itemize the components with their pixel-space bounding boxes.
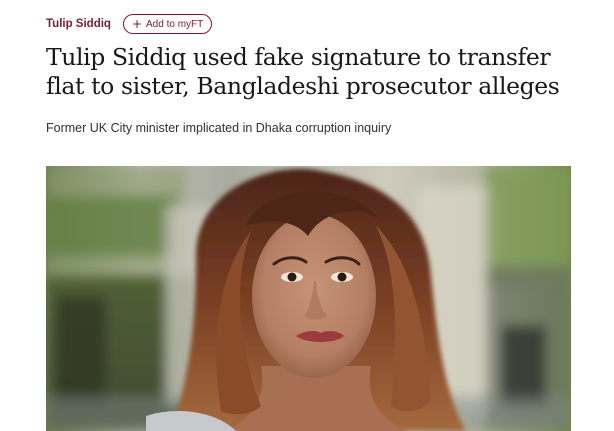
add-to-myft-label: Add to myFT	[146, 18, 204, 30]
article-topic-row: Tulip Siddiq + Add to myFT	[46, 13, 213, 35]
article-headline: Tulip Siddiq used fake signature to tran…	[46, 43, 560, 100]
plus-icon: +	[131, 17, 143, 31]
article-hero-image	[46, 166, 571, 431]
hero-photo	[46, 166, 571, 431]
topic-link[interactable]: Tulip Siddiq	[46, 18, 111, 30]
article-page: Tulip Siddiq + Add to myFT Tulip Siddiq …	[0, 0, 614, 431]
add-to-myft-button[interactable]: + Add to myFT	[122, 14, 213, 34]
article-standfirst: Former UK City minister implicated in Dh…	[46, 121, 392, 135]
